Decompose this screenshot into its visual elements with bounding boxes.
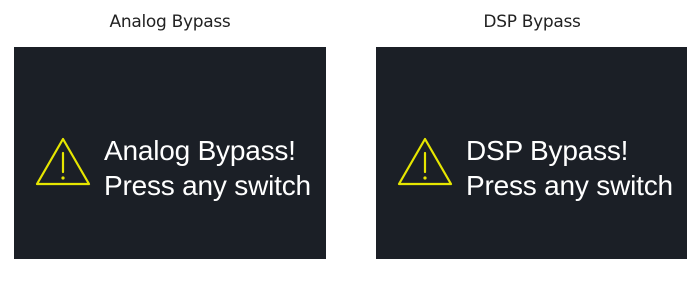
bypass-message-line2: Press any switch — [466, 170, 673, 201]
warning-icon — [397, 137, 453, 186]
device-screen: DSP Bypass! Press any switch — [376, 47, 687, 259]
bypass-message: DSP Bypass! Press any switch — [466, 133, 673, 203]
analog-bypass-panel: Analog Bypass Analog Bypass! Press any s… — [14, 0, 326, 284]
device-screen: Analog Bypass! Press any switch — [14, 47, 326, 259]
bypass-message: Analog Bypass! Press any switch — [104, 133, 311, 203]
panel-caption: Analog Bypass — [109, 12, 231, 32]
dsp-bypass-panel: DSP Bypass DSP Bypass! Press any switch — [376, 0, 687, 284]
panel-caption: DSP Bypass — [483, 12, 581, 32]
warning-icon — [35, 137, 91, 186]
bypass-message-line1: DSP Bypass! — [466, 135, 629, 166]
bypass-message-line1: Analog Bypass! — [104, 135, 296, 166]
bypass-message-line2: Press any switch — [104, 170, 311, 201]
